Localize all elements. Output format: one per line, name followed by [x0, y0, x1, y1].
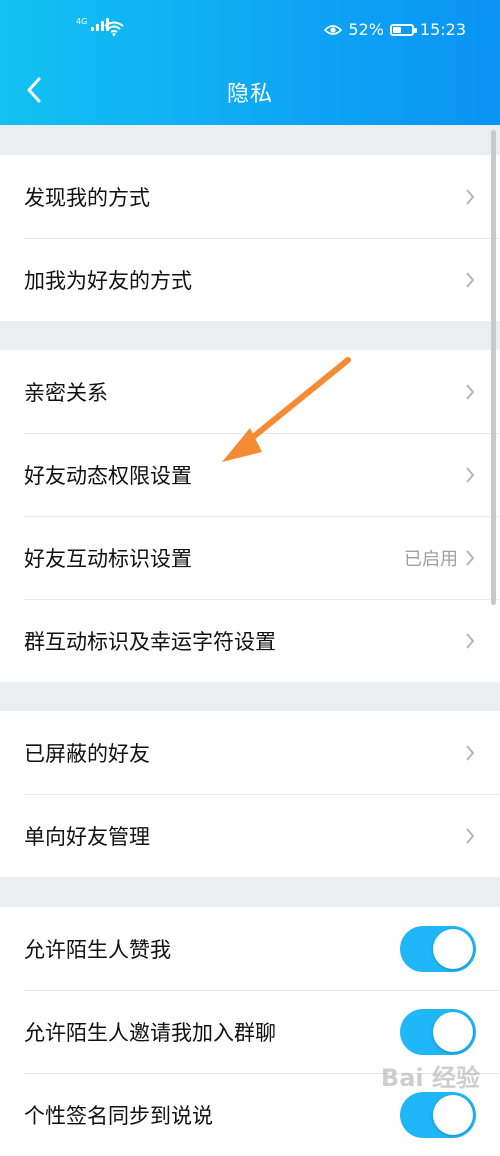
row-label: 个性签名同步到说说: [24, 1103, 213, 1128]
row-one-way-friends[interactable]: 单向好友管理: [0, 794, 500, 877]
row-blocked-friends[interactable]: 已屏蔽的好友: [0, 711, 500, 794]
toggle-switch[interactable]: [400, 1091, 476, 1138]
toggle-switch[interactable]: [400, 925, 476, 972]
settings-group-blocking: 已屏蔽的好友 单向好友管理: [0, 711, 500, 877]
chevron-right-icon: [466, 383, 475, 400]
chevron-right-icon: [466, 466, 475, 483]
chevron-right-icon: [466, 188, 475, 205]
row-group-interaction-badge[interactable]: 群互动标识及幸运字符设置: [0, 599, 500, 682]
status-bar: 4G 52% 15:23: [0, 0, 500, 62]
page-title: 隐私: [226, 82, 273, 107]
eye-icon: [324, 24, 343, 35]
row-label: 允许陌生人邀请我加入群聊: [24, 1020, 276, 1045]
row-label: 已屏蔽的好友: [24, 741, 150, 766]
row-label: 发现我的方式: [24, 185, 150, 210]
watermark-logo: Bai 经验: [380, 1064, 480, 1092]
settings-group-relations: 亲密关系 好友动态权限设置 好友互动标识设置 已启用 群互动标识及幸运字符设置: [0, 350, 500, 682]
row-label: 允许陌生人赞我: [24, 937, 171, 962]
wifi-icon: [104, 21, 124, 36]
row-label: 加我为好友的方式: [24, 268, 192, 293]
settings-group-strangers: 允许陌生人赞我 允许陌生人邀请我加入群聊 个性签名同步到说说: [0, 907, 500, 1156]
clock: 15:23: [419, 20, 466, 39]
row-add-friend-method[interactable]: 加我为好友的方式: [0, 238, 500, 321]
scrollbar[interactable]: [491, 130, 496, 605]
row-status-value: 已启用: [404, 548, 458, 570]
row-label: 群互动标识及幸运字符设置: [24, 629, 276, 654]
chevron-right-icon: [466, 827, 475, 844]
toggle-knob: [433, 928, 473, 969]
battery-icon: [389, 23, 417, 36]
row-label: 好友互动标识设置: [24, 546, 192, 571]
row-discover-me[interactable]: 发现我的方式: [0, 155, 500, 238]
row-allow-stranger-likes: 允许陌生人赞我: [0, 907, 500, 990]
toggle-knob: [433, 1094, 473, 1135]
row-label: 好友动态权限设置: [24, 463, 192, 488]
toggle-knob: [433, 1011, 473, 1052]
battery-percent: 52%: [348, 20, 384, 39]
header-bar: 4G 52% 15:23 隐私: [0, 0, 500, 125]
row-friend-feed-permissions[interactable]: 好友动态权限设置: [0, 433, 500, 516]
chevron-right-icon: [466, 549, 475, 566]
chevron-right-icon: [466, 744, 475, 761]
chevron-right-icon: [466, 632, 475, 649]
row-label: 单向好友管理: [24, 824, 150, 849]
row-intimate-relations[interactable]: 亲密关系: [0, 350, 500, 433]
settings-group-discovery: 发现我的方式 加我为好友的方式: [0, 155, 500, 321]
chevron-right-icon: [466, 271, 475, 288]
toggle-switch[interactable]: [400, 1008, 476, 1055]
row-friend-interaction-badge[interactable]: 好友互动标识设置 已启用: [0, 516, 500, 599]
row-label: 亲密关系: [24, 380, 108, 405]
network-type: 4G: [76, 17, 88, 26]
